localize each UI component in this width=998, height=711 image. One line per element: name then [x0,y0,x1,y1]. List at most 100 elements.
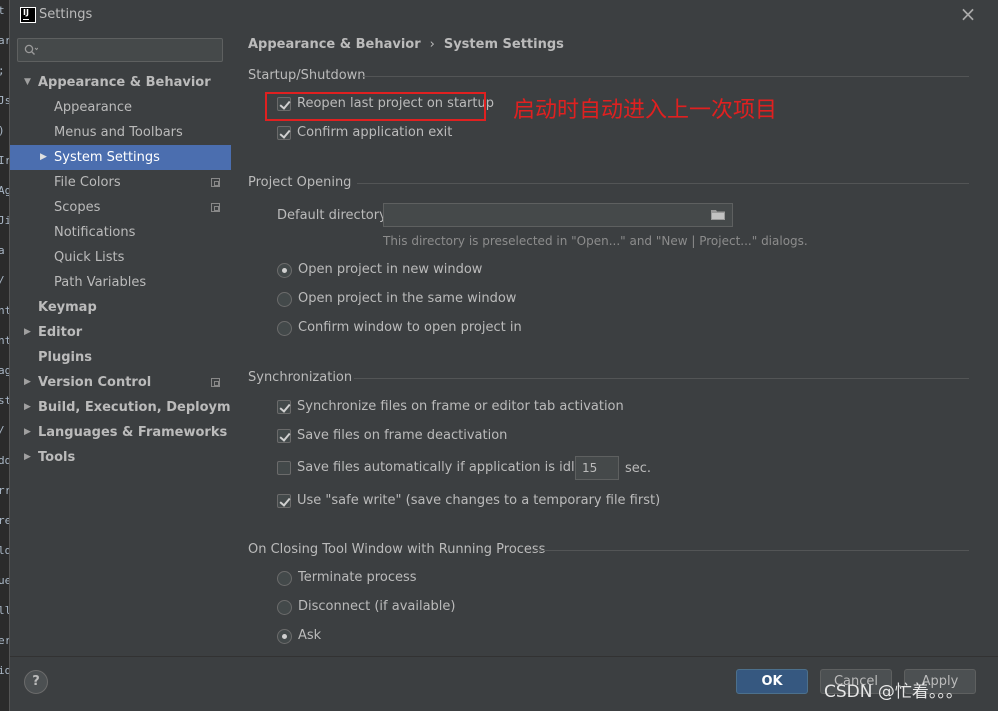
editor-code-fragment: / [0,424,5,437]
editor-code-fragment: st [0,394,9,407]
checkbox-label: Use "safe write" (save changes to a temp… [297,493,661,508]
idle-seconds-input[interactable]: 15 [575,456,619,480]
sidebar-item[interactable]: Menus and Toolbars [10,120,231,145]
checkbox-label: Save files automatically if application … [297,460,605,475]
sidebar-item[interactable]: Notifications [10,220,231,245]
default-directory-hint: This directory is preselected in "Open..… [383,234,808,248]
sidebar-item[interactable]: File Colors [10,170,231,195]
breadcrumb-separator: › [429,37,435,52]
checkbox[interactable] [277,126,291,140]
group-divider [534,550,969,551]
annotation-text: 启动时自动进入上一次项目 [513,98,778,123]
sidebar-item-label: Menus and Toolbars [54,125,183,140]
sync-group-title: Synchronization [248,370,353,385]
sidebar-item[interactable]: ▶ Version Control [10,370,231,395]
checkbox[interactable] [277,429,291,443]
group-divider [357,183,969,184]
search-input[interactable] [42,41,218,59]
sidebar-item[interactable]: ▶ System Settings [10,145,231,170]
sidebar-item-label: Appearance & Behavior [38,75,211,90]
editor-code-fragment: re [0,514,9,527]
settings-search[interactable] [17,38,223,62]
editor-code-fragment: ld [0,544,9,557]
editor-code-fragment: ; [0,64,5,77]
radio-button[interactable] [277,321,292,336]
sidebar-item-label: Notifications [54,225,136,240]
group-divider [362,76,969,77]
editor-code-fragment: nt [0,334,9,347]
help-button[interactable]: ? [24,670,48,694]
sidebar-item[interactable]: ▶ Languages & Frameworks [10,420,231,445]
radio-button[interactable] [277,263,292,278]
editor-code-fragment: id [0,664,9,677]
sidebar-item-label: Scopes [54,200,101,215]
checkbox-label: Confirm application exit [297,125,453,140]
sidebar-item[interactable]: Quick Lists [10,245,231,270]
sidebar-item-label: File Colors [54,175,121,190]
sidebar-item[interactable]: ▶ Editor [10,320,231,345]
intellij-logo-icon [20,7,36,23]
collapse-arrow-icon[interactable]: ▶ [24,445,34,470]
editor-code-fragment: ) [0,124,5,137]
highlight-box [265,92,486,121]
sidebar-item[interactable]: Appearance [10,95,231,120]
background-editor-strip: t ar; Js) Ir Ag Ji a / nt nt ag st / dd rr re ld ue ll er id [0,0,9,711]
collapse-arrow-icon[interactable]: ▶ [24,395,34,420]
sidebar-item-label: Build, Execution, Deployment [38,400,255,415]
breadcrumb: Appearance & Behavior › System Settings [248,37,564,52]
project-level-icon [211,378,220,387]
editor-code-fragment: ue [0,574,9,587]
sidebar-item-label: Quick Lists [54,250,125,265]
closing-group-title: On Closing Tool Window with Running Proc… [248,542,546,557]
checkbox[interactable] [277,400,291,414]
default-directory-label: Default directory: [277,208,391,223]
collapse-arrow-icon[interactable]: ▶ [24,370,34,395]
close-button[interactable]: × [958,3,978,25]
sidebar-item-label: Appearance [54,100,133,115]
default-directory-field[interactable] [383,203,733,227]
editor-code-fragment: dd [0,454,9,467]
ok-button[interactable]: OK [736,669,808,694]
window-title: Settings [39,7,93,22]
sidebar-item[interactable]: Plugins [10,345,231,370]
settings-dialog: Settings × ▼ Appearance & Behavior Appeara… [9,0,998,711]
editor-code-fragment: Ji [0,214,9,227]
expand-arrow-icon[interactable]: ▼ [24,70,34,95]
sidebar-item[interactable]: ▼ Appearance & Behavior [10,70,231,95]
breadcrumb-parent[interactable]: Appearance & Behavior [248,37,421,52]
sidebar-item[interactable]: Keymap [10,295,231,320]
radio-label: Ask [298,628,322,643]
radio-button[interactable] [277,600,292,615]
group-divider [354,378,969,379]
checkbox[interactable] [277,461,291,475]
editor-code-fragment: er [0,634,9,647]
radio-button[interactable] [277,571,292,586]
sidebar-item-label: Plugins [38,350,92,365]
dialog-footer: ? OK Cancel Apply CSDN @忙着。。。 [10,656,998,711]
sidebar-item-label: Tools [38,450,76,465]
settings-sidebar: ▼ Appearance & Behavior Appearance Menus an… [10,30,255,656]
collapse-arrow-icon[interactable]: ▶ [24,420,34,445]
radio-button[interactable] [277,629,292,644]
search-icon [24,44,38,55]
editor-code-fragment: t [0,4,5,17]
editor-code-fragment: Ir [0,154,9,167]
sidebar-item[interactable]: Path Variables [10,270,231,295]
collapse-arrow-icon[interactable]: ▶ [40,145,50,170]
sidebar-item[interactable]: ▶ Build, Execution, Deployment [10,395,255,420]
collapse-arrow-icon[interactable]: ▶ [24,320,34,345]
sidebar-item[interactable]: Scopes [10,195,231,220]
editor-code-fragment: nt [0,304,9,317]
project-level-icon [211,203,220,212]
editor-code-fragment: rr [0,484,9,497]
editor-code-fragment: a [0,244,5,257]
checkbox[interactable] [277,494,291,508]
radio-button[interactable] [277,292,292,307]
project-level-icon [211,178,220,187]
editor-code-fragment: / [0,274,5,287]
editor-code-fragment: ag [0,364,9,377]
editor-code-fragment: ar [0,34,9,47]
idle-unit-label: sec. [625,461,652,476]
sidebar-item[interactable]: ▶ Tools [10,445,231,470]
folder-icon[interactable] [711,209,725,220]
